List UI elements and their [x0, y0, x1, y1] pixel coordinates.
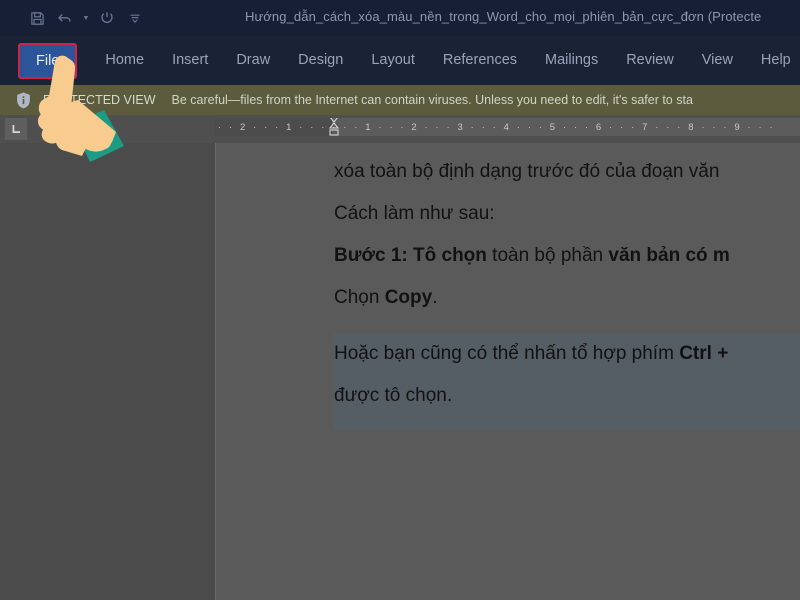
undo-icon[interactable]: [52, 5, 78, 31]
run-text-period: .: [432, 287, 438, 308]
document-title: Hướng_dẫn_cách_xóa_màu_nền_trong_Word_ch…: [245, 9, 762, 24]
tab-help[interactable]: Help: [747, 36, 800, 85]
ruler-row: · · 2 · · · 1 · · · · · · 1 · · · 2 · · …: [0, 115, 800, 143]
run-text: toàn bộ phần: [486, 245, 609, 266]
run-bold-copy: Copy: [384, 287, 433, 308]
save-icon[interactable]: [24, 5, 50, 31]
horizontal-ruler[interactable]: · · 2 · · · 1 · · · · · · 1 · · · 2 · · …: [215, 118, 800, 136]
paragraph-chon-copy: Chọn Copy.: [334, 277, 800, 319]
tab-mailings[interactable]: Mailings: [531, 36, 612, 85]
run-bold-ctrl: Ctrl +: [679, 343, 729, 364]
tab-file[interactable]: File: [18, 42, 78, 79]
paragraph-hoac-ban: Hoặc bạn cũng có thể nhấn tổ hợp phím Ct…: [334, 333, 800, 375]
protected-view-label: PROTECTED VIEW: [43, 93, 156, 107]
title-bar: ▼ Hướng_dẫn_cách_xóa_màu_nền_trong_Word_…: [0, 0, 800, 36]
document-workspace[interactable]: xóa toàn bộ định dạng trước đó của đoạn …: [0, 143, 800, 600]
run-text: xóa toàn bộ định dạng trước đó của đoạn …: [334, 161, 720, 182]
undo-dropdown-chevron-down-icon[interactable]: ▼: [80, 5, 92, 31]
paragraph-cach-lam: Cách làm như sau:: [334, 193, 800, 235]
run-bold-vanban: văn bản có m: [608, 245, 730, 266]
ribbon-tabs: File Home Insert Draw Design Layout Refe…: [0, 36, 800, 85]
run-text: Cách làm như sau:: [334, 203, 495, 224]
tab-references[interactable]: References: [429, 36, 531, 85]
tab-draw[interactable]: Draw: [222, 36, 284, 85]
run-bold-buoc1: Bước 1: Tô chọn: [334, 245, 487, 266]
paragraph-buoc-1: Bước 1: Tô chọn toàn bộ phần văn bản có …: [334, 235, 800, 277]
indent-marker-icon[interactable]: [327, 118, 341, 136]
tab-insert[interactable]: Insert: [158, 36, 222, 85]
tab-design[interactable]: Design: [284, 36, 357, 85]
paragraph-line-1: xóa toàn bộ định dạng trước đó của đoạn …: [334, 151, 800, 193]
tab-layout[interactable]: Layout: [357, 36, 429, 85]
redo-icon[interactable]: [94, 5, 120, 31]
info-shield-icon: [13, 90, 33, 110]
quick-access-toolbar: ▼: [0, 5, 148, 31]
left-tab-stop-icon[interactable]: [5, 118, 27, 140]
tab-home[interactable]: Home: [91, 36, 158, 85]
document-page[interactable]: xóa toàn bộ định dạng trước đó của đoạn …: [215, 143, 800, 600]
document-body[interactable]: xóa toàn bộ định dạng trước đó của đoạn …: [334, 151, 800, 429]
ribbon-tab-bar: File Home Insert Draw Design Layout Refe…: [0, 36, 800, 85]
selected-text-block[interactable]: Hoặc bạn cũng có thể nhấn tổ hợp phím Ct…: [334, 333, 800, 429]
run-text: được tô chọn.: [334, 385, 453, 406]
protected-view-message: Be careful—files from the Internet can c…: [171, 93, 693, 107]
customize-quick-access-icon[interactable]: [122, 5, 148, 31]
tab-review[interactable]: Review: [612, 36, 688, 85]
tab-view[interactable]: View: [688, 36, 747, 85]
protected-view-bar: PROTECTED VIEW Be careful—files from the…: [0, 85, 800, 115]
paragraph-duoc-to-chon: được tô chọn.: [334, 375, 800, 417]
run-text: Hoặc bạn cũng có thể nhấn tổ hợp phím: [334, 343, 680, 364]
word-application-window: ▼ Hướng_dẫn_cách_xóa_màu_nền_trong_Word_…: [0, 0, 800, 600]
run-text: Chọn: [334, 287, 385, 308]
ruler-tick-labels: · · 2 · · · 1 · · · · · · 1 · · · 2 · · …: [218, 121, 776, 133]
